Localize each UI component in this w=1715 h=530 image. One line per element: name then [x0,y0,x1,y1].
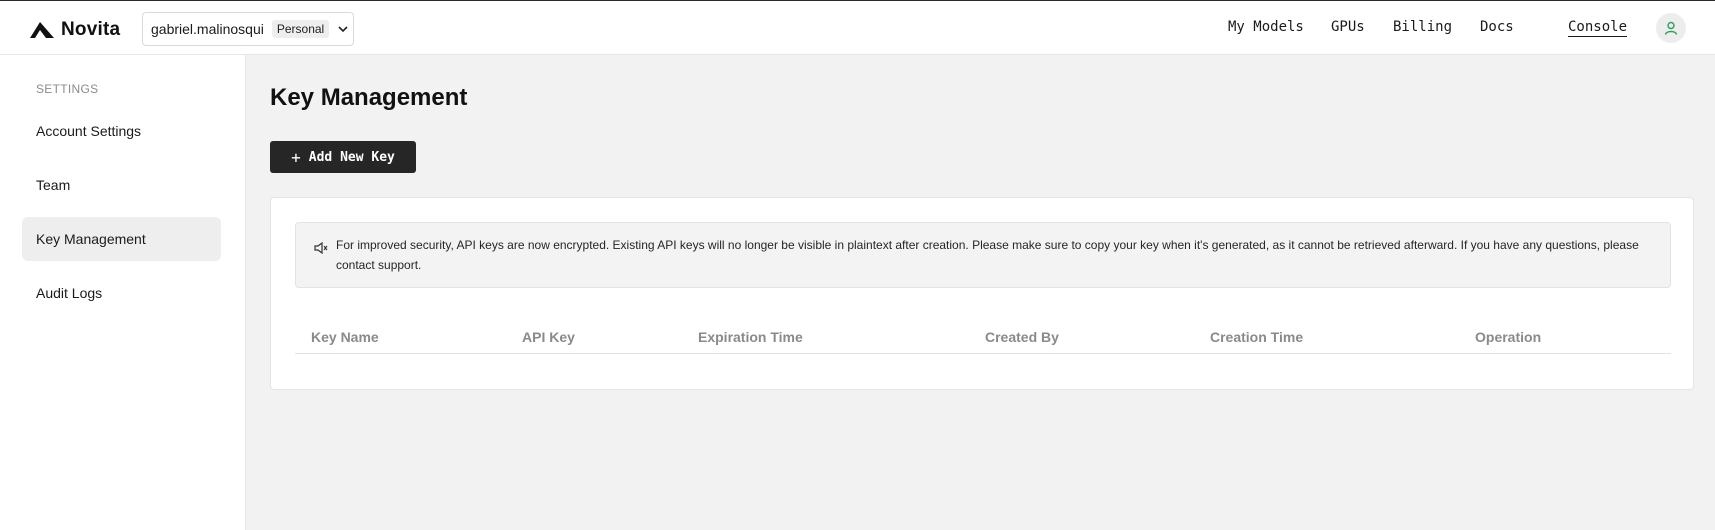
user-avatar[interactable] [1656,13,1686,43]
speaker-icon [314,241,328,259]
sidebar-item-team[interactable]: Team [22,163,221,207]
workspace-name: gabriel.malinosqui [151,21,264,37]
sidebar-item-label: Team [36,177,71,193]
brand-name: Novita [61,19,121,40]
add-new-key-button[interactable]: + Add New Key [270,141,416,173]
nav-gpus[interactable]: GPUs [1331,19,1365,35]
settings-sidebar: SETTINGS Account Settings Team Key Manag… [0,55,246,530]
sidebar-item-label: Key Management [36,231,146,247]
column-created-by: Created By [985,329,1059,345]
brand-logo[interactable]: Novita [30,19,120,41]
novita-logo-icon [30,22,54,38]
top-navigation-bar: Novita gabriel.malinosqui Personal My Mo… [0,0,1715,55]
security-notice-text: For improved security, API keys are now … [336,238,1639,272]
sidebar-heading: SETTINGS [36,82,99,96]
sidebar-item-label: Audit Logs [36,285,103,301]
nav-docs[interactable]: Docs [1480,19,1514,35]
keys-table-header: Key Name API Key Expiration Time Created… [295,308,1671,354]
workspace-selector[interactable]: gabriel.malinosqui Personal [142,12,354,46]
nav-billing[interactable]: Billing [1393,19,1452,35]
column-expiration-time: Expiration Time [698,329,803,345]
workspace-type-badge: Personal [271,20,330,38]
security-notice: For improved security, API keys are now … [295,222,1671,288]
sidebar-item-key-management[interactable]: Key Management [22,217,221,261]
nav-my-models[interactable]: My Models [1228,19,1304,35]
user-icon [1664,21,1678,35]
plus-icon: + [291,147,301,167]
sidebar-item-account-settings[interactable]: Account Settings [22,109,221,153]
page-title: Key Management [270,84,468,111]
sidebar-item-audit-logs[interactable]: Audit Logs [22,271,221,315]
column-operation: Operation [1475,329,1542,345]
column-api-key: API Key [522,329,575,345]
add-new-key-label: Add New Key [308,149,395,165]
column-key-name: Key Name [311,329,379,345]
sidebar-item-label: Account Settings [36,123,142,139]
chevron-down-icon [337,23,349,35]
column-creation-time: Creation Time [1210,329,1304,345]
nav-console[interactable]: Console [1568,19,1627,35]
key-management-card: For improved security, API keys are now … [270,197,1694,390]
